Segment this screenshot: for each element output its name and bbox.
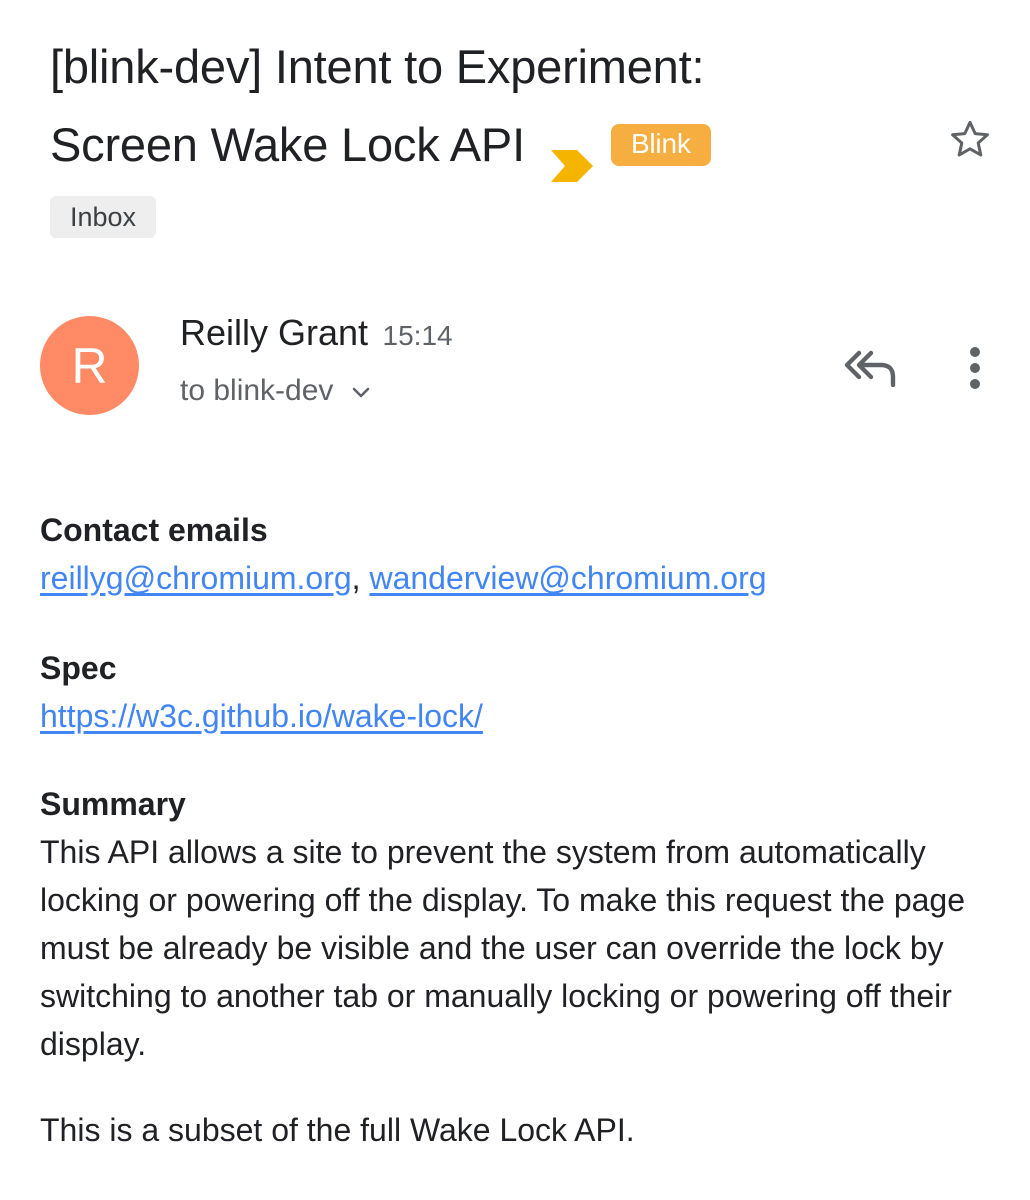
star-button[interactable] [940, 110, 1000, 170]
more-options-button[interactable] [950, 340, 1000, 396]
importance-marker-icon[interactable] [549, 129, 595, 182]
subject-line-2: Screen Wake Lock API [50, 118, 525, 171]
subject-line-2-row: Screen Wake Lock API Blink [50, 106, 930, 184]
reply-all-icon [844, 350, 896, 388]
avatar[interactable]: R [40, 316, 139, 415]
email-link-reillyg[interactable]: reillyg@chromium.org [40, 560, 352, 596]
recipients-toggle[interactable]: to blink-dev [180, 374, 371, 408]
summary-text: This API allows a site to prevent the sy… [40, 834, 965, 1062]
summary-note: This is a subset of the full Wake Lock A… [40, 1112, 635, 1148]
email-body: Contact emails reillyg@chromium.org, wan… [40, 506, 990, 1154]
email-separator: , [351, 560, 361, 596]
email-subject: [blink-dev] Intent to Experiment: Screen… [50, 28, 930, 184]
inbox-label-chip[interactable]: Inbox [50, 196, 157, 238]
sender-line: Reilly Grant 15:14 [180, 312, 453, 354]
sent-time: 15:14 [382, 320, 453, 351]
contact-heading: Contact emails [40, 512, 268, 548]
contact-section: Contact emails reillyg@chromium.org, wan… [40, 506, 990, 602]
subject-line-1: [blink-dev] Intent to Experiment: [50, 40, 705, 93]
contact-emails: reillyg@chromium.org, wanderview@chromiu… [40, 554, 990, 602]
summary-heading: Summary [40, 786, 186, 822]
sender-name: Reilly Grant [180, 312, 369, 353]
spec-heading: Spec [40, 650, 117, 686]
star-outline-icon [951, 120, 989, 157]
email-link-wanderview[interactable]: wanderview@chromium.org [369, 560, 766, 596]
chevron-down-icon [353, 387, 370, 398]
label-chip-blink[interactable]: Blink [610, 124, 711, 166]
summary-section: Summary This API allows a site to preven… [40, 780, 990, 1068]
reply-all-button[interactable] [838, 340, 902, 396]
spec-link[interactable]: https://w3c.github.io/wake-lock/ [40, 698, 483, 734]
spec-section: Spec https://w3c.github.io/wake-lock/ [40, 644, 990, 740]
recipients-text: to blink-dev [180, 374, 334, 407]
more-vert-icon [970, 347, 980, 389]
